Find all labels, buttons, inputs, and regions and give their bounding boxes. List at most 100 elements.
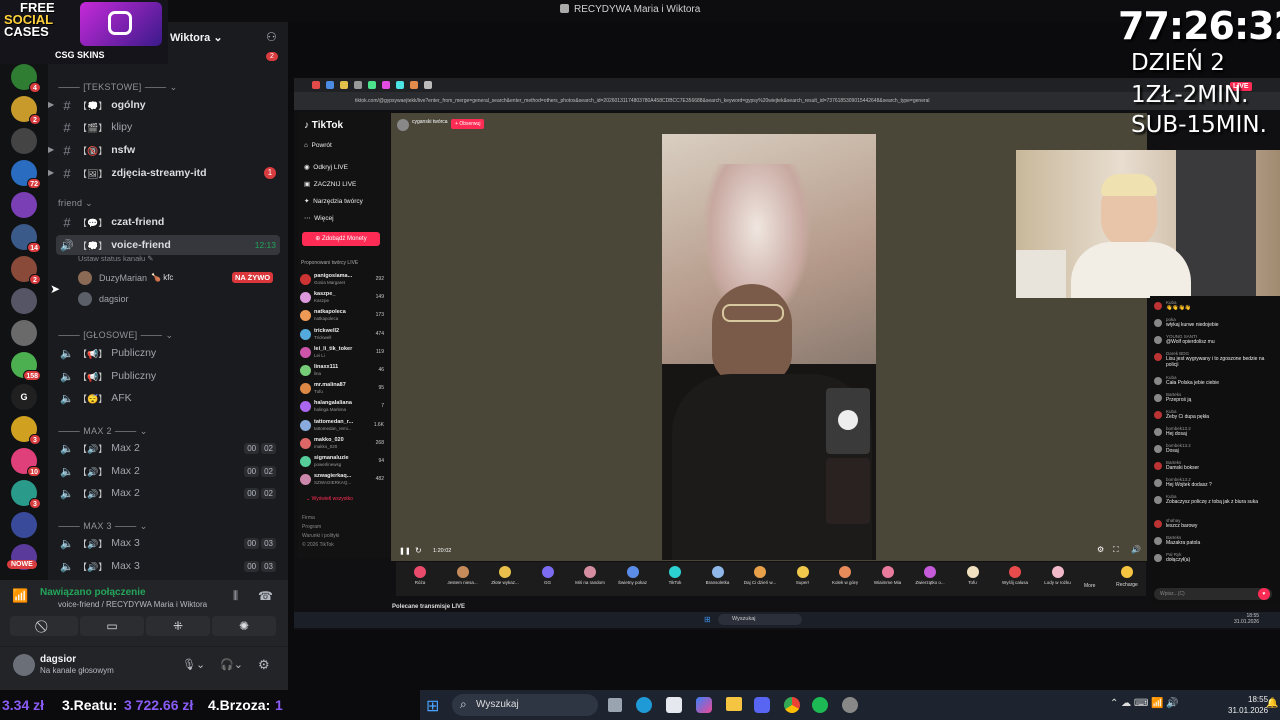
show-all-link[interactable]: ⌄ Wyświetl wszystko (306, 496, 353, 502)
voice-channel-max2[interactable]: 🔈 【🔊】 Max 2 00 02 (56, 483, 280, 503)
server-icon[interactable]: 3 (11, 416, 41, 445)
headphones-icon[interactable]: 🎧⌄ (220, 658, 243, 671)
nav-start-live[interactable]: ▣ ZACZNIJ LIVE (304, 180, 356, 188)
gift-item[interactable]: Róża (400, 564, 440, 594)
server-icon[interactable]: 2 (11, 256, 41, 285)
avatar[interactable] (397, 119, 409, 131)
creator-row[interactable]: trickwell2 Trickwell 474 (300, 327, 386, 344)
channel-ogolny[interactable]: # 【💭】 ogólny (56, 95, 280, 115)
gift-item[interactable]: Daj Ci dzień w... (740, 564, 780, 594)
windows-start-icon[interactable]: ⊞ (426, 696, 439, 716)
channel-zdjecia[interactable]: # 【🖼】 zdjęcia-streamy-itd 1 (56, 163, 280, 183)
category-voice[interactable]: ⸻ [GŁOSOWE] ⸻ ⌄ (58, 328, 173, 341)
voice-channel-afk[interactable]: 🔈 【😴】 AFK (56, 388, 280, 408)
voice-channel-publiczny[interactable]: 🔈 【📢】 Publiczny (56, 343, 280, 363)
gift-item[interactable]: Bransoletka (698, 564, 738, 594)
voice-channel-publiczny[interactable]: 🔈 【📢】 Publiczny (56, 366, 280, 386)
gift-item[interactable]: Wyślij całusa (995, 564, 1035, 594)
settings-icon[interactable]: ⚙ (1097, 545, 1104, 554)
voice-channel-max2[interactable]: 🔈 【🔊】 Max 2 00 02 (56, 438, 280, 458)
creator-row[interactable]: halangalaliana halinga Marlena 7 (300, 399, 386, 416)
nav-back[interactable]: ⌂ Powrót (304, 142, 332, 149)
nav-more[interactable]: ⋯ Więcej (304, 214, 334, 222)
windows-icon[interactable]: ⊞ (704, 615, 711, 624)
edge-icon[interactable] (636, 697, 652, 713)
server-icon[interactable]: 14 (11, 224, 41, 253)
activities-icon[interactable]: ⁜ (146, 616, 210, 636)
chrome-icon[interactable] (784, 697, 800, 713)
server-icon[interactable]: 3 (11, 480, 41, 509)
gift-item[interactable]: Super! (783, 564, 823, 594)
app-icon[interactable] (842, 697, 858, 713)
channel-status-hint[interactable]: Ustaw status kanału ✎ (78, 254, 154, 263)
voice-channel-max3[interactable]: 🔈 【🔊】 Max 3 00 03 (56, 556, 280, 576)
connection-status[interactable]: Nawiązano połączenie (40, 587, 146, 598)
tiktok-logo[interactable]: ♪ TikTok (304, 120, 343, 131)
copilot-icon[interactable] (696, 697, 712, 713)
gift-item[interactable]: Zwierzątko o... (910, 564, 950, 594)
creator-row[interactable]: makko_020 makko_020 268 (300, 436, 386, 453)
gift-item[interactable]: Kolek w górę (825, 564, 865, 594)
taskbar-search[interactable]: ⌕ Wyszukaj (452, 694, 598, 716)
microphone-icon[interactable]: 🎙⌄ (182, 658, 205, 671)
get-coins-button[interactable]: ⊕ Zdobądź Monety (302, 232, 380, 246)
voice-channel-max2[interactable]: 🔈 【🔊】 Max 2 00 02 (56, 461, 280, 481)
follow-button[interactable]: + Obserwuj (451, 119, 485, 129)
gift-item[interactable]: Jestem niesa... (443, 564, 483, 594)
creator-row[interactable]: linaxx111 lina 46 (300, 363, 386, 380)
voice-channel-max3[interactable]: 🔈 【🔊】 Max 3 00 03 (56, 533, 280, 553)
category-max3[interactable]: ⸻ MAX 3 ⸻ ⌄ (58, 519, 148, 532)
notification-bell-icon[interactable]: 🔔 (1266, 698, 1278, 709)
voice-user-row[interactable]: DuzyMarian 🍗 kfc NA ŻYWO (78, 270, 278, 286)
url-text[interactable]: tiktok.com/@gypsywaejtekk/live?enter_fro… (355, 96, 995, 106)
soundboard-button-icon[interactable]: ✺ (212, 616, 276, 636)
file-explorer-icon[interactable] (726, 697, 742, 711)
creator-row[interactable]: mr.malina87 Tufu 95 (300, 381, 386, 398)
add-member-icon[interactable]: ⚇ (266, 30, 277, 44)
category-friend[interactable]: friend ⌄ (58, 198, 93, 209)
system-tray-icons[interactable]: ⌃ ☁ ⌨ 📶 🔊 (1110, 698, 1179, 709)
heart-icon[interactable]: ♥ (1258, 588, 1270, 600)
spotify-icon[interactable] (812, 697, 828, 713)
server-icon[interactable] (11, 128, 37, 154)
gift-item[interactable]: Miś na random (570, 564, 610, 594)
server-icon[interactable]: 2 (11, 96, 41, 125)
system-clock[interactable]: 18:55 31.01.2026 (1228, 694, 1268, 716)
category-text[interactable]: ⸻ [TEKSTOWE] ⸻ ⌄ (58, 80, 177, 93)
recharge-button[interactable]: Recharge (1112, 566, 1142, 592)
category-max2[interactable]: ⸻ MAX 2 ⸻ ⌄ (58, 424, 148, 437)
refresh-icon[interactable]: ↻ (415, 546, 422, 555)
pause-icon[interactable]: ❚❚ (399, 547, 411, 555)
channel-voice-friend[interactable]: 🔊 【💭】 voice-friend 12:13 (56, 235, 280, 255)
nav-discover-live[interactable]: ◉ Odkryj LIVE (304, 163, 348, 171)
channel-klipy[interactable]: # 【🎬】 klipy (56, 117, 280, 137)
server-icon[interactable] (11, 288, 37, 314)
server-icon[interactable] (11, 320, 37, 346)
gift-item[interactable]: Lody w rożku (1038, 564, 1078, 594)
server-name[interactable]: Wiktora ⌄ (170, 31, 223, 44)
server-icon[interactable]: 72 (11, 160, 41, 189)
chat-input[interactable]: Wpisz...(C) (1154, 588, 1272, 600)
creator-row[interactable]: szwagierkaq... SZWAGIERKAQ... 482 (300, 472, 386, 489)
screen-share-icon[interactable]: ▭ (80, 616, 144, 636)
camera-off-icon[interactable]: ⃠ (10, 616, 78, 636)
creator-row[interactable]: panigosiama... Gosia Margaret 292 (300, 272, 386, 289)
cohost-tile[interactable] (826, 388, 870, 454)
soundboard-icon[interactable]: ⫼ (233, 590, 238, 603)
disconnect-icon[interactable]: ☎ (258, 589, 273, 603)
discord-icon[interactable] (754, 697, 770, 713)
fullscreen-icon[interactable]: ⛶ (1113, 545, 1119, 555)
creator-row[interactable]: natkapoleca natkapoleca 173 (300, 308, 386, 325)
voice-user-row[interactable]: dagsior (78, 291, 278, 307)
creator-row[interactable]: sigmanaluzie powerlinewsg 94 (300, 454, 386, 471)
gift-item[interactable]: Świetny pokaz (613, 564, 653, 594)
gift-item[interactable]: TikTok (655, 564, 695, 594)
server-icon[interactable] (11, 512, 37, 538)
store-icon[interactable] (666, 697, 682, 713)
search-input[interactable]: Wyszukaj (718, 614, 802, 625)
nav-creator-tools[interactable]: ✦ Narzędzia twórcy (304, 197, 363, 205)
creator-row[interactable]: tattomedan_r... tattomedan_remi... 1.6K (300, 418, 386, 435)
connection-channel[interactable]: voice-friend / RECYDYWA Maria i Wiktora (58, 600, 207, 609)
avatar[interactable] (13, 654, 35, 676)
gift-item[interactable]: GG (528, 564, 568, 594)
